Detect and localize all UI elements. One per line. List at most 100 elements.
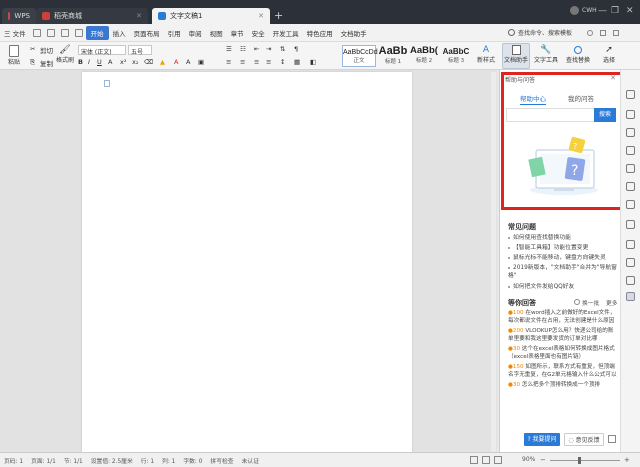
align-center-icon[interactable]: ≡: [240, 58, 245, 66]
new-style-button[interactable]: A 新样式: [474, 45, 498, 64]
zoom-slider[interactable]: [550, 460, 620, 461]
tab-reference[interactable]: 引用: [164, 28, 185, 38]
underline-button[interactable]: U: [97, 58, 102, 66]
indent-increase-icon[interactable]: ⇥: [266, 45, 271, 53]
subscript-button[interactable]: x₂: [132, 58, 138, 66]
reward-item[interactable]: ●150 如图所示，联系方式有重复，但顶端名字无重复，在G2单元格输入什么公式可…: [508, 364, 618, 379]
tab-section[interactable]: 章节: [227, 28, 248, 38]
document-page[interactable]: [82, 72, 412, 452]
style-heading-2[interactable]: AaBb( 标题 2: [408, 45, 440, 67]
add-tab-button[interactable]: +: [274, 9, 283, 22]
tab-review[interactable]: 审阅: [185, 28, 206, 38]
font-size-select[interactable]: 五号: [128, 45, 152, 56]
cut-label[interactable]: 剪切: [40, 45, 53, 55]
status-words[interactable]: 字数: 0: [179, 456, 206, 465]
tab-developer[interactable]: 开发工具: [269, 28, 303, 38]
copy-label[interactable]: 复制: [40, 58, 53, 68]
vertical-scrollbar[interactable]: [491, 72, 496, 452]
copy-icon[interactable]: ⎘: [30, 58, 35, 67]
italic-button[interactable]: I: [88, 58, 90, 66]
history-icon[interactable]: [626, 276, 635, 285]
align-left-icon[interactable]: ≡: [226, 58, 231, 66]
image-icon[interactable]: [626, 258, 635, 267]
maximize-button[interactable]: ❐: [611, 6, 619, 16]
show-marks-icon[interactable]: ¶: [294, 45, 298, 53]
line-spacing-icon[interactable]: ↕: [280, 58, 285, 66]
cert-status[interactable]: 未认证: [238, 456, 263, 465]
font-color-button[interactable]: A: [108, 58, 112, 66]
highlight-button[interactable]: ▲: [160, 58, 165, 66]
text-tools-button[interactable]: 🔧 文字工具: [532, 45, 560, 64]
close-icon[interactable]: ✕: [258, 12, 264, 20]
justify-icon[interactable]: ≡: [266, 58, 271, 66]
border-icon[interactable]: ▦: [294, 58, 300, 66]
reward-item[interactable]: ●30 这个在excel表格如何转换成图片格式（excel表格里面也有图片链）: [508, 346, 618, 361]
reward-item[interactable]: ●200 VLOOKUP怎么用？快递公司给的账单里要和我这里要发货的订单对比哪: [508, 328, 618, 343]
faq-item[interactable]: 如何使用查找替换功能: [508, 235, 618, 243]
tab-start[interactable]: 开始: [85, 25, 109, 40]
feedback-button[interactable]: ◌ 意见反馈: [564, 433, 604, 446]
char-border-button[interactable]: A: [186, 58, 190, 66]
export-icon[interactable]: [626, 200, 635, 209]
refresh-icon[interactable]: [574, 299, 580, 305]
zoom-in-button[interactable]: +: [624, 456, 630, 464]
faq-item[interactable]: 鼠标光标不能移动，键盘方向键失灵: [508, 255, 618, 263]
superscript-button[interactable]: x²: [120, 58, 126, 66]
undo-icon[interactable]: [60, 28, 69, 37]
doc-assistant-button[interactable]: 文档助手: [502, 43, 530, 69]
tab-view[interactable]: 视图: [206, 28, 227, 38]
sort-icon[interactable]: ⇅: [280, 45, 285, 53]
clear-format-button[interactable]: ⌫: [144, 58, 153, 66]
zoom-level[interactable]: 90%: [522, 456, 535, 463]
select-button[interactable]: ➚ 选择: [598, 45, 620, 64]
align-right-icon[interactable]: ≡: [254, 58, 259, 66]
style-heading-1[interactable]: AaBb 标题 1: [378, 45, 408, 67]
pen-icon[interactable]: [626, 90, 635, 99]
faq-item[interactable]: 2019新版本，"文档助手"合并为"导航窗格": [508, 265, 618, 280]
tab-document[interactable]: 文字文稿1 ✕: [152, 8, 270, 24]
spell-check[interactable]: 拼写检查: [206, 456, 237, 465]
share-icon[interactable]: [613, 30, 619, 36]
faq-item[interactable]: 【智能工具箱】功能位置变更: [508, 245, 618, 253]
nav-pane-icon[interactable]: [626, 220, 635, 229]
bullet-list-icon[interactable]: ☰: [226, 45, 232, 53]
ask-question-button[interactable]: ? 我要提问: [524, 433, 560, 446]
close-window-button[interactable]: ✕: [626, 6, 634, 16]
tab-doc-assistant[interactable]: 文档助手: [337, 28, 371, 38]
tab-store[interactable]: 稻壳商城 ✕: [36, 8, 148, 24]
find-replace-button[interactable]: 查找替换: [564, 45, 592, 64]
expand-icon[interactable]: [608, 435, 616, 443]
tab-insert[interactable]: 插入: [109, 28, 130, 38]
page-view-icon[interactable]: [482, 456, 490, 464]
text-color-button[interactable]: A: [174, 58, 178, 66]
save-icon[interactable]: [32, 28, 41, 37]
indent-decrease-icon[interactable]: ⇤: [254, 45, 259, 53]
font-family-select[interactable]: 宋体 (正文): [78, 45, 126, 56]
style-normal[interactable]: AaBbCcDd 正文: [342, 45, 378, 67]
avatar[interactable]: [570, 6, 579, 15]
faq-item[interactable]: 如何把文件发给QQ好友: [508, 284, 618, 292]
numbered-list-icon[interactable]: ☷: [240, 45, 246, 53]
style-heading-3[interactable]: AaBbC 标题 3: [440, 45, 472, 67]
tab-page-layout[interactable]: 页面布局: [130, 28, 164, 38]
share-icon[interactable]: [626, 182, 635, 191]
table-icon[interactable]: [626, 240, 635, 249]
zoom-slider-thumb[interactable]: [578, 457, 581, 464]
tab-wps[interactable]: WPS: [2, 8, 36, 24]
file-menu[interactable]: 三 文件: [0, 28, 30, 38]
help-icon[interactable]: [626, 292, 635, 301]
tab-special[interactable]: 特色应用: [303, 28, 337, 38]
minimize-button[interactable]: —: [598, 6, 607, 16]
reward-item[interactable]: ●100 在word插入之前做好的Excel文件，每次都说文件在占用，无法创建是…: [508, 310, 618, 325]
format-painter-button[interactable]: 🖌 格式刷: [54, 45, 76, 64]
more-link[interactable]: 更多: [606, 298, 618, 307]
sync-icon[interactable]: [587, 30, 593, 36]
cut-icon[interactable]: ✂: [30, 45, 35, 53]
reward-item[interactable]: ●30 怎么把多个顶排转换成一个顶排: [508, 382, 618, 390]
close-icon[interactable]: ✕: [136, 12, 142, 20]
redo-icon[interactable]: [74, 28, 83, 37]
copy-doc-icon[interactable]: [626, 164, 635, 173]
paste-button[interactable]: 粘贴: [4, 45, 24, 66]
cursor-icon[interactable]: [626, 110, 635, 119]
refresh-button[interactable]: 换一批: [582, 298, 599, 307]
